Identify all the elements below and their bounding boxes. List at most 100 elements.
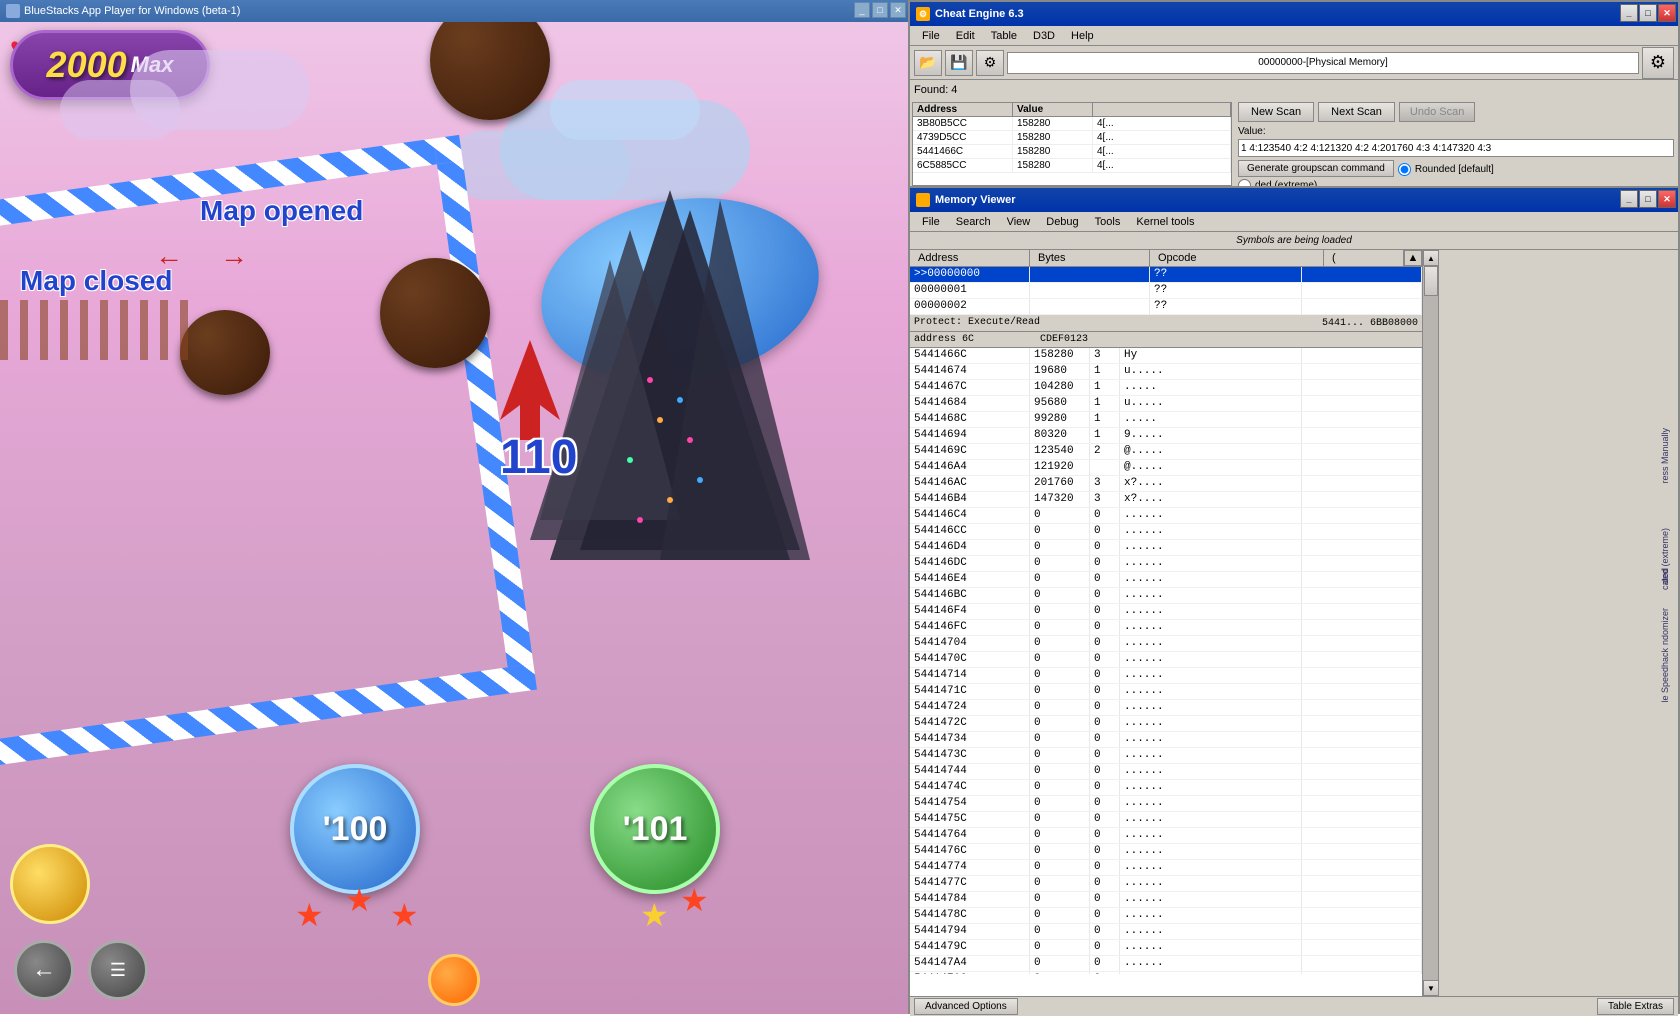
mv-data-row-16[interactable]: 544146F400...... [910,604,1422,620]
game-area: BlueStacks App Player for Windows (beta-… [0,0,908,1014]
mv-data-row-21[interactable]: 5441471C00...... [910,684,1422,700]
table-extras-button[interactable]: Table Extras [1597,998,1674,1015]
mv-data-row-10[interactable]: 544146C400...... [910,508,1422,524]
mv-menu-search[interactable]: Search [948,215,999,229]
mv-data-row-15[interactable]: 544146BC00...... [910,588,1422,604]
mv-data-addr-2: 5441467C [910,380,1030,395]
mv-data-row-24[interactable]: 5441473400...... [910,732,1422,748]
mv-scroll-up[interactable]: ▲ [1423,250,1439,266]
ce-menu-d3d[interactable]: D3D [1025,29,1063,43]
menu-button[interactable]: ☰ [88,940,148,1000]
mv-data-row-8[interactable]: 544146AC 201760 3 x?.... [910,476,1422,492]
mv-data-row-30[interactable]: 5441476400...... [910,828,1422,844]
mv-data-row-19[interactable]: 5441470C00...... [910,652,1422,668]
mv-data-row-32[interactable]: 5441477400...... [910,860,1422,876]
mv-data-row-9[interactable]: 544146B4 147320 3 x?.... [910,492,1422,508]
ce-save-btn[interactable]: 💾 [945,50,973,76]
mv-data-row-11[interactable]: 544146CC00...... [910,524,1422,540]
mv-menu-debug[interactable]: Debug [1038,215,1086,229]
ce-menu-file[interactable]: File [914,29,948,43]
next-scan-button[interactable]: Next Scan [1318,102,1395,122]
mv-data-row-35[interactable]: 5441478C00...... [910,908,1422,924]
bluestacks-minimize-btn[interactable]: _ [854,2,870,18]
level-101-orb[interactable]: '101 [590,764,720,894]
ce-value-input[interactable] [1238,139,1674,157]
mv-restore-btn[interactable]: □ [1639,190,1657,208]
mv-data-row-20[interactable]: 5441471400...... [910,668,1422,684]
mv-data-row-1[interactable]: 54414674 19680 1 u..... [910,364,1422,380]
mv-data-row-25[interactable]: 5441473C00...... [910,748,1422,764]
ce-menu-edit[interactable]: Edit [948,29,983,43]
mv-minimize-btn[interactable]: _ [1620,190,1638,208]
mv-data-addr-1: 54414674 [910,364,1030,379]
mv-data-row-18[interactable]: 5441470400...... [910,636,1422,652]
ce-row-3[interactable]: 5441466C 158280 4[... [913,145,1231,159]
level-100-orb[interactable]: '100 [290,764,420,894]
mv-scroll-up-btn[interactable]: ▲ [1404,250,1422,266]
mv-scroll-thumb[interactable] [1424,266,1438,296]
mv-data-row-39[interactable]: 544147AC00...... [910,972,1422,974]
ce-row-1[interactable]: 3B80B5CC 158280 4[... [913,117,1231,131]
mv-data-row-2[interactable]: 5441467C 104280 1 ..... [910,380,1422,396]
mv-menu-kernel[interactable]: Kernel tools [1128,215,1202,229]
ce-maximize-btn[interactable]: □ [1639,4,1657,22]
mv-menu-file[interactable]: File [914,215,948,229]
mv-data-row-26[interactable]: 5441474400...... [910,764,1422,780]
mv-data-row-37[interactable]: 5441479C00...... [910,940,1422,956]
mv-data-row-34[interactable]: 5441478400...... [910,892,1422,908]
mv-data-row-5[interactable]: 54414694 80320 1 9..... [910,428,1422,444]
ce-minimize-btn[interactable]: _ [1620,4,1638,22]
mv-data-row-33[interactable]: 5441477C00...... [910,876,1422,892]
bluestacks-close-btn[interactable]: ✕ [890,2,906,18]
mv-data-row-7[interactable]: 544146A4 121920 @..... [910,460,1422,476]
mv-data-row-36[interactable]: 5441479400...... [910,924,1422,940]
undo-scan-button[interactable]: Undo Scan [1399,102,1475,122]
mv-data-row-3[interactable]: 54414684 95680 1 u..... [910,396,1422,412]
mv-scroll-down[interactable]: ▼ [1423,980,1439,996]
mv-data-col3-2: 1 [1090,380,1120,395]
mv-data-row-29[interactable]: 5441475C00...... [910,812,1422,828]
ce-row-2[interactable]: 4739D5CC 158280 4[... [913,131,1231,145]
ce-settings-btn[interactable]: ⚙ [976,50,1004,76]
mv-data-row-22[interactable]: 5441472400...... [910,700,1422,716]
mv-data-row-27[interactable]: 5441474C00...... [910,780,1422,796]
mv-status-text: Symbols are being loaded [1236,235,1352,246]
mv-comment-1 [1302,283,1422,298]
mv-data-row-4[interactable]: 5441468C 99280 1 ..... [910,412,1422,428]
mv-data-row-0[interactable]: 5441466C 158280 3 Hy [910,348,1422,364]
back-button[interactable]: ← [14,940,74,1000]
mv-data-row-12[interactable]: 544146D400...... [910,540,1422,556]
mv-data-row-31[interactable]: 5441476C00...... [910,844,1422,860]
new-scan-button[interactable]: New Scan [1238,102,1314,122]
ce-menu-table[interactable]: Table [983,29,1025,43]
mv-data-row-38[interactable]: 544147A400...... [910,956,1422,972]
mv-data-opcode-0: Hy [1120,348,1302,363]
mv-data-row-14[interactable]: 544146E400...... [910,572,1422,588]
radio-rounded-input[interactable] [1398,163,1411,176]
groupscan-button[interactable]: Generate groupscan command [1238,160,1394,177]
mv-menu-tools[interactable]: Tools [1087,215,1129,229]
mv-address-6c-bar: address 6C CDEF0123 [910,332,1422,348]
ce-found-label: Found: 4 [914,84,957,96]
mv-menu-view[interactable]: View [999,215,1039,229]
mv-row-selected[interactable]: >>00000000 ?? [910,267,1422,283]
bluestacks-maximize-btn[interactable]: □ [872,2,888,18]
ce-menu-help[interactable]: Help [1063,29,1102,43]
mv-data-addr-8: 544146AC [910,476,1030,491]
ce-close-btn[interactable]: ✕ [1658,4,1676,22]
advanced-options-button[interactable]: Advanced Options [914,998,1018,1015]
mv-data-row-17[interactable]: 544146FC00...... [910,620,1422,636]
ce-row-4[interactable]: 6C5885CC 158280 4[... [913,159,1231,173]
ce-gear-icon[interactable]: ⚙ [1642,47,1674,79]
mv-row-1[interactable]: 00000001 ?? [910,283,1422,299]
mv-row-2[interactable]: 00000002 ?? [910,299,1422,315]
map-closed-annotation: Map closed [20,265,172,297]
ce-process-input[interactable] [1007,52,1639,74]
mv-close-btn[interactable]: ✕ [1658,190,1676,208]
mv-data-opcode-8: x?.... [1120,476,1302,491]
mv-data-row-28[interactable]: 5441475400...... [910,796,1422,812]
mv-data-row-13[interactable]: 544146DC00...... [910,556,1422,572]
ce-open-btn[interactable]: 📂 [914,50,942,76]
mv-data-row-23[interactable]: 5441472C00...... [910,716,1422,732]
mv-data-row-6[interactable]: 5441469C 123540 2 @..... [910,444,1422,460]
